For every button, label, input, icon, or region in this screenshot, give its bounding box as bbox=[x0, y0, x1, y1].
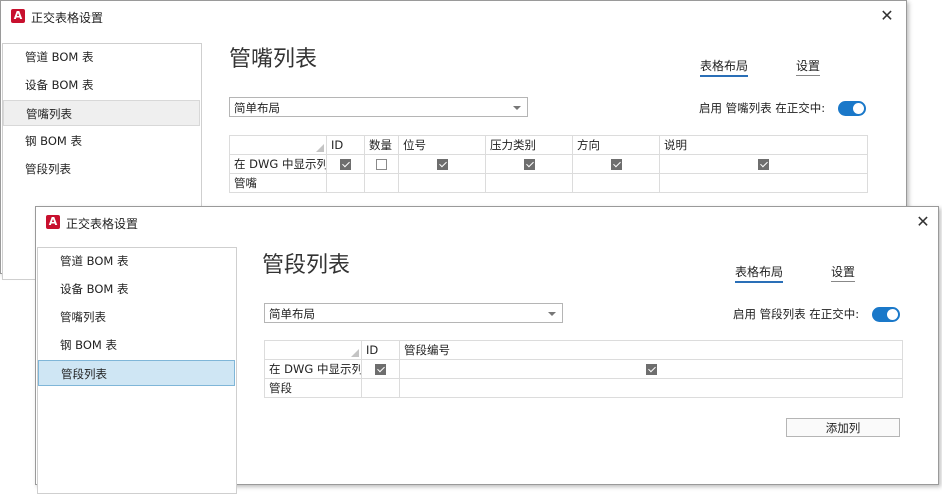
column-header[interactable]: 数量 bbox=[364, 135, 399, 155]
enable-toggle[interactable] bbox=[838, 101, 866, 116]
sidebar-item-steel-bom[interactable]: 钢 BOM 表 bbox=[3, 128, 200, 154]
title-bar: A 正交表格设置 ✕ bbox=[36, 207, 938, 237]
enable-label: 启用 管嘴列表 在正交中: bbox=[699, 101, 826, 115]
sidebar-item-equipment-bom[interactable]: 设备 BOM 表 bbox=[3, 72, 200, 98]
table-corner bbox=[264, 340, 362, 360]
layout-select[interactable]: 简单布局 bbox=[229, 97, 528, 117]
close-icon[interactable]: ✕ bbox=[912, 211, 934, 233]
column-header[interactable]: 说明 bbox=[659, 135, 868, 155]
sidebar-item-nozzle-list[interactable]: 管嘴列表 bbox=[38, 304, 235, 330]
tab-table-layout[interactable]: 表格布局 bbox=[735, 263, 784, 283]
table-header-row: ID 管段编号 bbox=[264, 340, 903, 360]
column-header[interactable]: 压力类别 bbox=[485, 135, 573, 155]
table-row: 在 DWG 中显示列 bbox=[264, 359, 903, 379]
row-label: 在 DWG 中显示列 bbox=[264, 359, 362, 379]
corner-triangle-icon bbox=[316, 144, 324, 152]
column-header[interactable]: 方向 bbox=[572, 135, 660, 155]
dialog-title: 正交表格设置 bbox=[31, 11, 104, 25]
sidebar-item-steel-bom[interactable]: 钢 BOM 表 bbox=[38, 332, 235, 358]
column-header[interactable]: 管段编号 bbox=[399, 340, 903, 360]
layout-select-value: 简单布局 bbox=[269, 307, 315, 321]
add-column-button[interactable]: 添加列 bbox=[786, 418, 900, 437]
sidebar-item-segment-list[interactable]: 管段列表 bbox=[38, 360, 235, 386]
tab-table-layout[interactable]: 表格布局 bbox=[700, 57, 749, 77]
enable-label: 启用 管段列表 在正交中: bbox=[733, 307, 860, 321]
show-column-checkbox[interactable] bbox=[758, 159, 769, 170]
layout-select-value: 简单布局 bbox=[234, 101, 280, 115]
title-bar: A 正交表格设置 ✕ bbox=[1, 1, 906, 31]
column-table: ID 数量 位号 压力类别 方向 说明 在 DWG 中显示列 管嘴 bbox=[229, 135, 868, 193]
table-row: 管段 bbox=[264, 378, 903, 398]
sidebar: 管道 BOM 表 设备 BOM 表 管嘴列表 钢 BOM 表 管段列表 bbox=[37, 247, 237, 494]
sidebar-item-equipment-bom[interactable]: 设备 BOM 表 bbox=[38, 276, 235, 302]
sidebar-item-nozzle-list[interactable]: 管嘴列表 bbox=[3, 100, 200, 126]
enable-toggle[interactable] bbox=[872, 307, 900, 322]
show-column-checkbox[interactable] bbox=[376, 159, 387, 170]
page-title: 管段列表 bbox=[262, 253, 351, 278]
autocad-plant-app-icon: A bbox=[46, 215, 60, 229]
table-row: 管嘴 bbox=[229, 173, 868, 193]
table-header-row: ID 数量 位号 压力类别 方向 说明 bbox=[229, 135, 868, 155]
sidebar-item-segment-list[interactable]: 管段列表 bbox=[3, 156, 200, 182]
show-column-checkbox[interactable] bbox=[340, 159, 351, 170]
show-column-checkbox[interactable] bbox=[610, 159, 622, 170]
column-header[interactable]: 位号 bbox=[398, 135, 486, 155]
column-header[interactable]: ID bbox=[361, 340, 400, 360]
layout-select[interactable]: 简单布局 bbox=[264, 303, 563, 323]
show-column-checkbox[interactable] bbox=[523, 159, 535, 170]
table-row: 在 DWG 中显示列 bbox=[229, 154, 868, 174]
row-label: 管嘴 bbox=[229, 173, 327, 193]
table-corner bbox=[229, 135, 327, 155]
close-icon[interactable]: ✕ bbox=[876, 5, 898, 27]
sidebar-item-pipe-bom[interactable]: 管道 BOM 表 bbox=[3, 44, 200, 70]
tab-settings[interactable]: 设置 bbox=[796, 57, 821, 76]
row-label: 在 DWG 中显示列 bbox=[229, 154, 327, 174]
column-table: ID 管段编号 在 DWG 中显示列 管段 bbox=[264, 340, 903, 398]
tab-settings[interactable]: 设置 bbox=[831, 263, 856, 282]
autocad-plant-app-icon: A bbox=[11, 9, 25, 23]
column-header[interactable]: ID bbox=[326, 135, 365, 155]
row-label: 管段 bbox=[264, 378, 362, 398]
page-title: 管嘴列表 bbox=[229, 47, 318, 72]
show-column-checkbox[interactable] bbox=[436, 159, 448, 170]
show-column-checkbox[interactable] bbox=[645, 364, 657, 375]
show-column-checkbox[interactable] bbox=[375, 364, 386, 375]
corner-triangle-icon bbox=[351, 349, 359, 357]
chevron-down-icon bbox=[548, 312, 556, 316]
chevron-down-icon bbox=[513, 106, 521, 110]
front-dialog: A 正交表格设置 ✕ 管道 BOM 表 设备 BOM 表 管嘴列表 钢 BOM … bbox=[35, 206, 939, 494]
dialog-title: 正交表格设置 bbox=[66, 217, 139, 231]
sidebar-item-pipe-bom[interactable]: 管道 BOM 表 bbox=[38, 248, 235, 274]
